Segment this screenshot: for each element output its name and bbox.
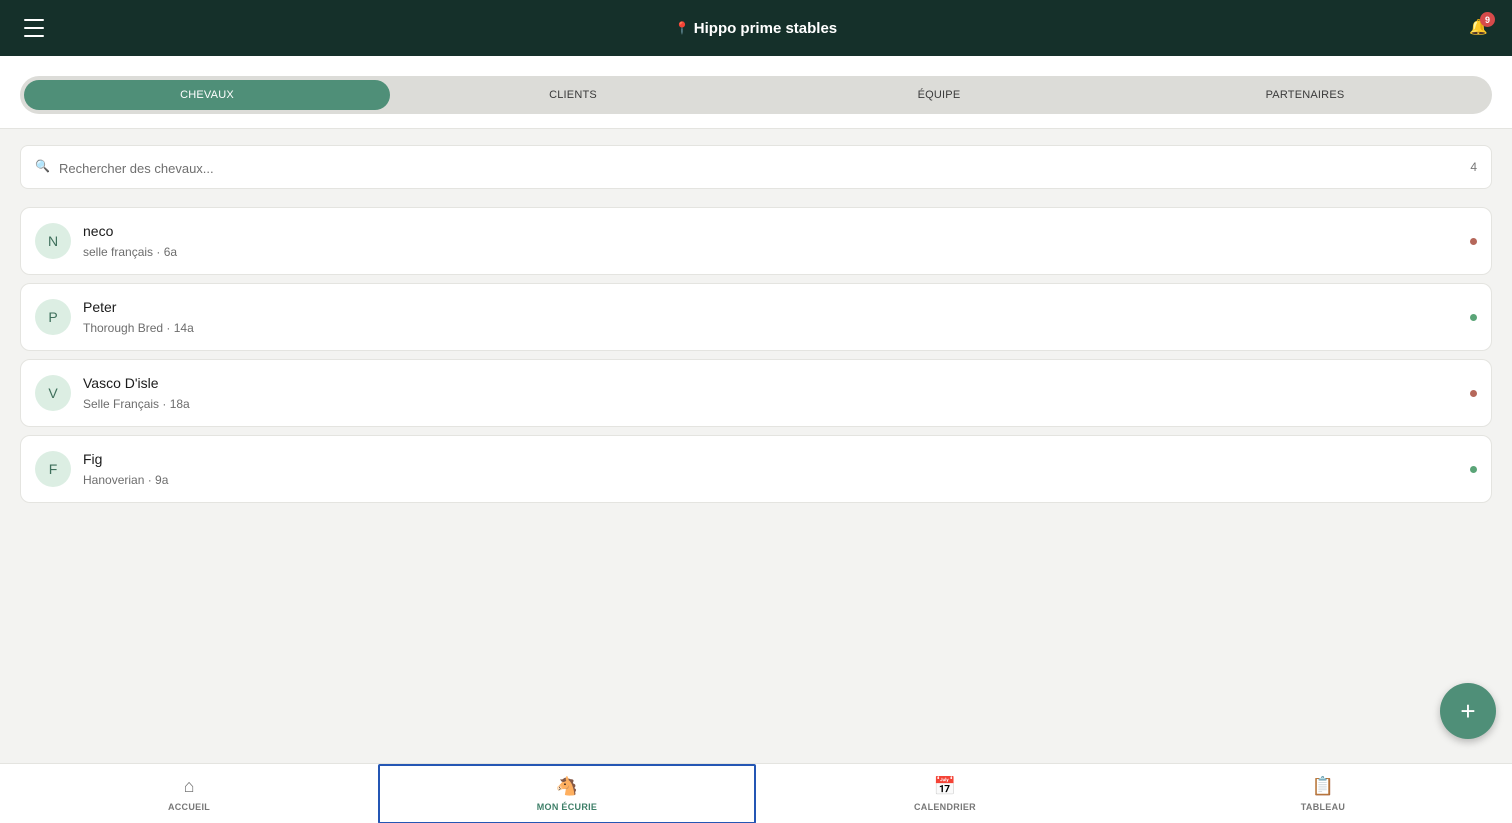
horse-details: selle français · 6a	[83, 245, 178, 259]
location-pin-icon: 📍	[674, 21, 690, 35]
nav-calendrier[interactable]: 📅 CALENDRIER	[756, 764, 1134, 823]
clipboard-icon: 📋	[1311, 776, 1335, 796]
nav-tableau[interactable]: 📋 TABLEAU	[1134, 764, 1512, 823]
horse-list-item[interactable]: N neco selle français · 6a	[20, 207, 1492, 275]
stable-title: 📍 Hippo prime stables	[675, 20, 837, 37]
nav-label: TABLEAU	[1300, 802, 1346, 812]
tabs-section: CHEVAUX CLIENTS ÉQUIPE PARTENAIRES	[0, 56, 1512, 129]
horse-details: Hanoverian · 9a	[83, 473, 169, 487]
calendar-icon: 📅	[933, 776, 957, 796]
horse-list-item[interactable]: P Peter Thorough Bred · 14a	[20, 283, 1492, 351]
horse-list: N neco selle français · 6a P Peter Thoro…	[20, 207, 1492, 511]
horse-icon: 🐴	[555, 776, 579, 796]
horse-name: Peter	[83, 299, 117, 315]
avatar: N	[35, 223, 71, 259]
nav-label: MON ÉCURIE	[536, 802, 598, 812]
status-dot	[1470, 314, 1477, 321]
nav-label: CALENDRIER	[913, 802, 976, 812]
stable-name: Hippo prime stables	[693, 19, 838, 37]
avatar: P	[35, 299, 71, 335]
tab-clients[interactable]: CLIENTS	[390, 80, 756, 110]
nav-mon-ecurie[interactable]: 🐴 MON ÉCURIE	[378, 764, 756, 823]
search-input[interactable]	[59, 156, 1439, 180]
status-dot	[1470, 390, 1477, 397]
status-dot	[1470, 466, 1477, 473]
search-bar: 🔍 4	[20, 145, 1492, 189]
tab-equipe[interactable]: ÉQUIPE	[756, 80, 1122, 110]
horse-name: Vasco D'isle	[83, 375, 159, 391]
segmented-tabs: CHEVAUX CLIENTS ÉQUIPE PARTENAIRES	[20, 76, 1492, 114]
horse-list-item[interactable]: F Fig Hanoverian · 9a	[20, 435, 1492, 503]
result-count: 4	[1470, 160, 1477, 174]
notification-badge: 9	[1480, 12, 1495, 27]
search-icon: 🔍	[35, 159, 50, 173]
tab-chevaux[interactable]: CHEVAUX	[24, 80, 390, 110]
notifications-button[interactable]: 🔔 9	[1469, 12, 1495, 38]
top-bar: 📍 Hippo prime stables 🔔 9	[0, 0, 1512, 56]
horse-details: Thorough Bred · 14a	[83, 321, 194, 335]
home-icon: ⌂	[183, 776, 195, 796]
avatar: F	[35, 451, 71, 487]
plus-icon: +	[1460, 695, 1476, 726]
horse-details: Selle Français · 18a	[83, 397, 190, 411]
add-horse-button[interactable]: +	[1440, 683, 1496, 739]
tab-partenaires[interactable]: PARTENAIRES	[1122, 80, 1488, 110]
avatar: V	[35, 375, 71, 411]
nav-accueil[interactable]: ⌂ ACCUEIL	[0, 764, 378, 823]
horse-name: Fig	[83, 451, 103, 467]
hamburger-menu-icon[interactable]	[24, 19, 44, 37]
nav-label: ACCUEIL	[167, 802, 211, 812]
horse-name: neco	[83, 223, 114, 239]
bottom-nav: ⌂ ACCUEIL 🐴 MON ÉCURIE 📅 CALENDRIER 📋 TA…	[0, 763, 1512, 823]
status-dot	[1470, 238, 1477, 245]
horse-list-item[interactable]: V Vasco D'isle Selle Français · 18a	[20, 359, 1492, 427]
